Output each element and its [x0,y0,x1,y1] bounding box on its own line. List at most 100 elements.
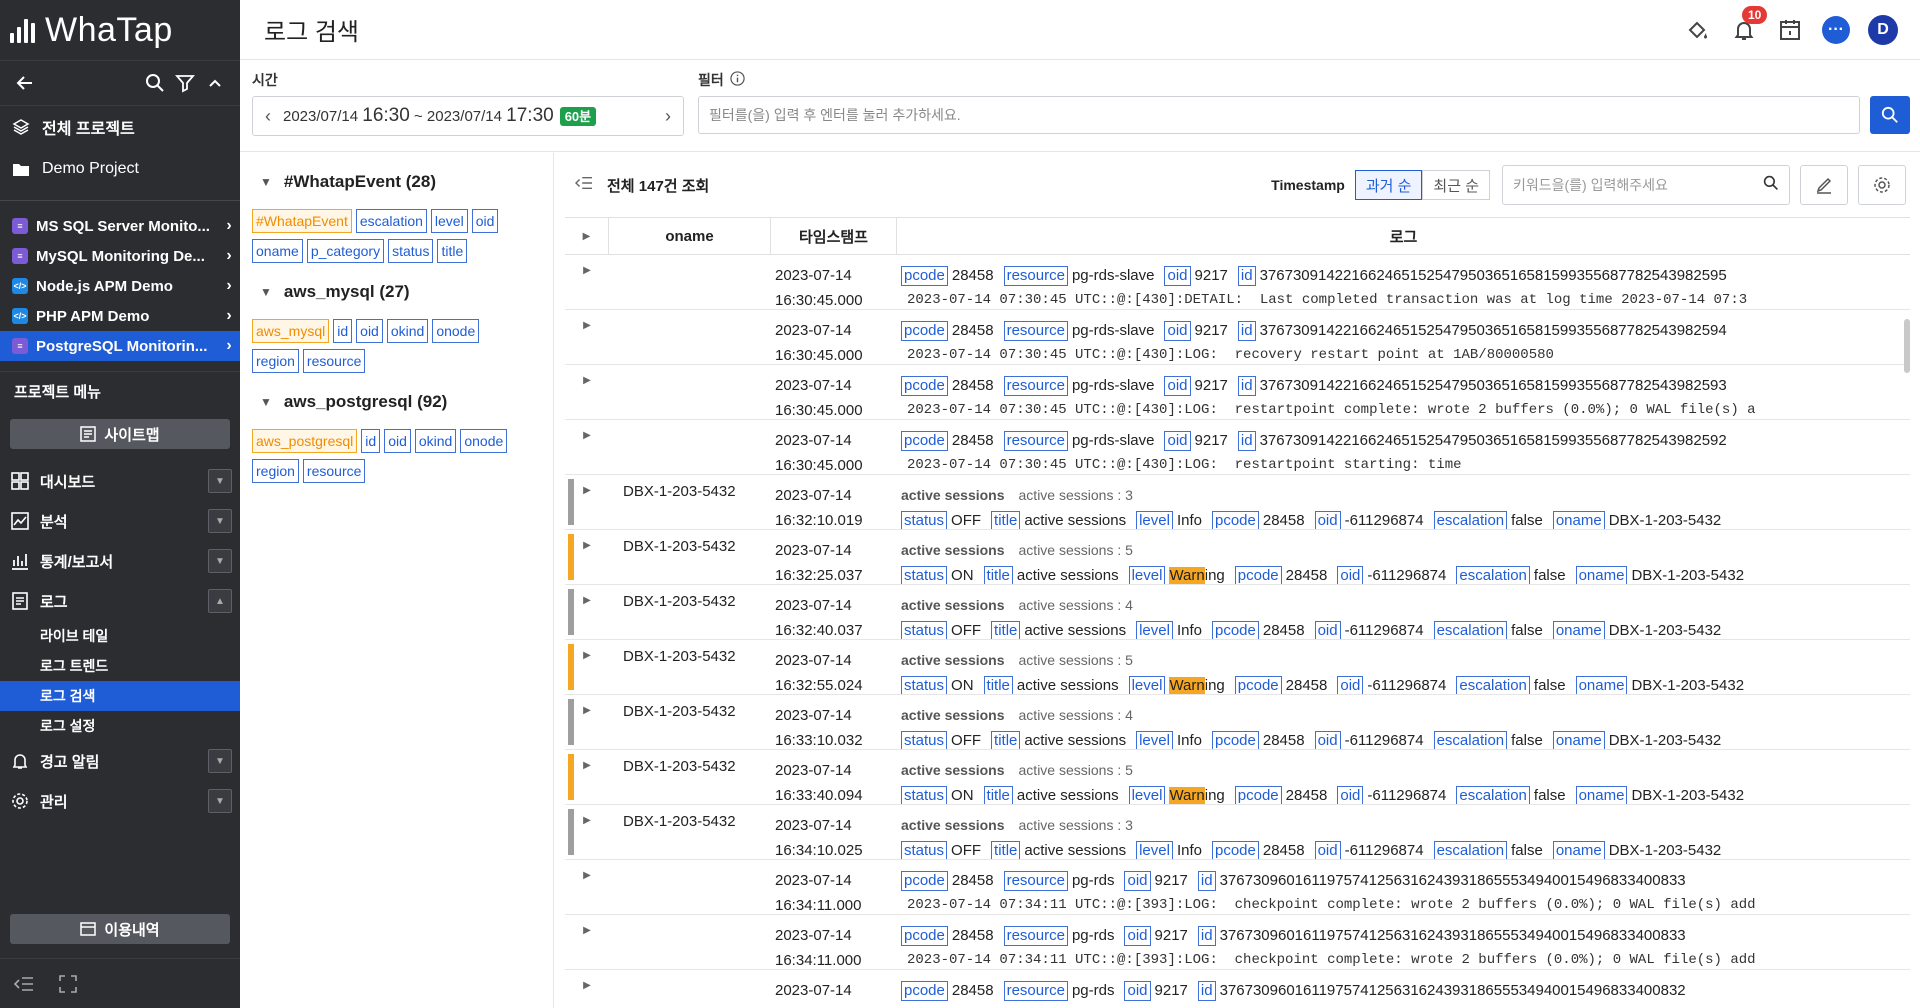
field-key[interactable]: title [991,840,1021,859]
field-key[interactable]: pcode [1234,675,1282,694]
field-key[interactable]: title [991,620,1021,639]
field-key[interactable]: oid [1314,510,1341,529]
facet-tag[interactable]: #WhatapEvent [252,209,352,233]
field-key[interactable]: oid [1164,265,1191,286]
collapse-sidebar-icon[interactable] [14,974,34,994]
facet-tag[interactable]: id [333,319,353,343]
field-key[interactable]: resource [1003,925,1068,946]
project-item-mssql[interactable]: ≡ MS SQL Server Monito... › [0,211,240,241]
chevron-up-icon[interactable] [200,68,230,98]
table-row[interactable]: ▶ DBX-1-203-5432 2023-07-14 16:32:25.037 act… [565,530,1910,585]
field-key[interactable]: pcode [901,320,948,341]
facet-tag[interactable]: okind [414,429,457,453]
bell-icon[interactable]: 10 [1730,5,1768,44]
field-key[interactable]: resource [1003,375,1068,396]
field-key[interactable]: escalation [1433,620,1508,639]
field-key[interactable]: level [1128,785,1166,804]
nav-sub-log-search[interactable]: 로그 검색 [0,681,240,711]
row-expand-icon[interactable]: ▶ [565,310,609,364]
field-key[interactable]: level [1136,510,1173,529]
facet-head[interactable]: ▼ aws_mysql (27) [260,277,541,307]
table-row[interactable]: ▶ 2023-07-14 16:30:45.000 pcode 28458 resourc… [565,365,1910,420]
row-expand-icon[interactable]: ▶ [565,915,609,969]
field-key[interactable]: resource [1003,430,1068,451]
field-key[interactable]: status [901,565,948,584]
nav-item-stats[interactable]: 통계/보고서 ▼ [0,541,240,581]
facet-tag[interactable]: status [388,239,434,263]
usage-button[interactable]: 이용내역 [10,914,230,944]
field-key[interactable]: resource [1003,870,1068,891]
field-key[interactable]: escalation [1456,675,1530,694]
avatar[interactable]: D [1868,14,1898,45]
nav-sub-log-trend[interactable]: 로그 트렌드 [0,651,240,681]
field-key[interactable]: oid [1314,730,1341,749]
facet-tag[interactable]: oid [471,209,499,233]
table-row[interactable]: ▶ DBX-1-203-5432 2023-07-14 16:34:10.025 act… [565,805,1910,860]
facet-tag[interactable]: id [361,429,381,453]
facet-tag[interactable]: level [430,209,468,233]
field-key[interactable]: oid [1124,925,1151,946]
field-key[interactable]: resource [1003,320,1068,341]
field-key[interactable]: pcode [1211,840,1259,859]
project-item-mysql[interactable]: ≡ MySQL Monitoring De... › [0,241,240,271]
facet-head[interactable]: ▼ aws_postgresql (92) [260,387,541,417]
table-row[interactable]: ▶ 2023-07-14 pcode 28458 resource pg-rds oid 92… [565,970,1910,1008]
facet-tag[interactable]: onode [432,319,480,343]
field-key[interactable]: oname [1575,675,1628,694]
fullscreen-icon[interactable] [58,974,78,994]
field-key[interactable]: pcode [1211,510,1259,529]
expand-toggle[interactable]: ▼ [208,469,232,493]
expand-all-icon[interactable]: ▶ [565,218,609,254]
field-key[interactable]: title [983,565,1013,584]
scrollbar-thumb[interactable] [1904,319,1910,373]
field-key[interactable]: pcode [1211,730,1259,749]
facet-tag[interactable]: resource [302,349,366,373]
nav-item-log[interactable]: 로그 ▲ [0,581,240,621]
toggle-facets-icon[interactable] [574,175,593,195]
nav-sub-log-settings[interactable]: 로그 설정 [0,711,240,741]
search-button[interactable] [1870,96,1910,134]
field-key[interactable]: oid [1314,840,1341,859]
table-row[interactable]: ▶ DBX-1-203-5432 2023-07-14 16:32:55.024 act… [565,640,1910,695]
facet-tag[interactable]: region [252,459,299,483]
field-key[interactable]: status [901,785,948,804]
calendar-icon[interactable] [1776,16,1804,44]
row-expand-icon[interactable]: ▶ [565,255,609,309]
table-row[interactable]: ▶ 2023-07-14 16:30:45.000 pcode 28458 resourc… [565,255,1910,310]
sidebar-demo-project[interactable]: Demo Project [0,148,240,190]
field-key[interactable]: oid [1124,980,1151,1001]
expand-toggle[interactable]: ▼ [208,789,232,813]
field-key[interactable]: oid [1164,430,1191,451]
field-key[interactable]: oname [1552,510,1605,529]
facet-tag[interactable]: aws_mysql [252,319,330,343]
field-key[interactable]: pcode [901,925,948,946]
facet-tag[interactable]: p_category [306,239,385,263]
table-row[interactable]: ▶ DBX-1-203-5432 2023-07-14 16:32:40.037 act… [565,585,1910,640]
nav-item-dashboard[interactable]: 대시보드 ▼ [0,461,240,501]
field-key[interactable]: id [1237,320,1256,341]
info-icon[interactable] [730,71,745,89]
col-header-timestamp[interactable]: 타임스탬프 [771,218,897,254]
nav-sub-live-tail[interactable]: 라이브 테일 [0,621,240,651]
field-key[interactable]: pcode [1234,785,1282,804]
expand-toggle[interactable]: ▼ [208,549,232,573]
field-key[interactable]: title [983,785,1013,804]
facet-tag[interactable]: okind [386,319,429,343]
table-row[interactable]: ▶ DBX-1-203-5432 2023-07-14 16:33:10.032 act… [565,695,1910,750]
field-key[interactable]: status [901,730,948,749]
field-key[interactable]: escalation [1456,565,1530,584]
sitemap-button[interactable]: 사이트맵 [10,419,230,449]
project-item-postgresql[interactable]: ≡ PostgreSQL Monitorin... › [0,331,240,361]
field-key[interactable]: level [1128,565,1166,584]
project-item-php[interactable]: </> PHP APM Demo › [0,301,240,331]
row-expand-icon[interactable]: ▶ [565,970,609,1008]
sidebar-all-projects[interactable]: 전체 프로젝트 [0,106,240,148]
expand-toggle[interactable]: ▼ [208,749,232,773]
field-key[interactable]: id [1197,870,1216,891]
field-key[interactable]: escalation [1456,785,1530,804]
field-key[interactable]: title [991,730,1021,749]
field-key[interactable]: title [991,510,1021,529]
facet-tag[interactable]: aws_postgresql [252,429,358,453]
field-key[interactable]: status [901,675,948,694]
field-key[interactable]: pcode [901,265,948,286]
